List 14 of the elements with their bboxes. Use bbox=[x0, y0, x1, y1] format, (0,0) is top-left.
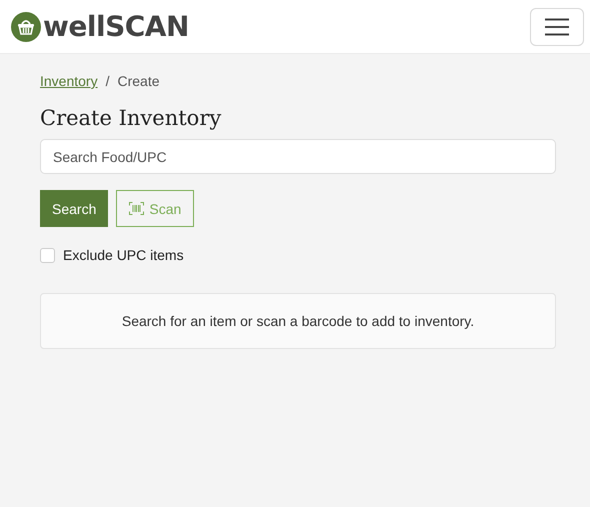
breadcrumb-link[interactable]: Inventory bbox=[40, 73, 98, 89]
menu-icon bbox=[545, 18, 569, 36]
checkbox-label: Exclude UPC items bbox=[63, 247, 184, 263]
info-message: Search for an item or scan a barcode to add to inventory. bbox=[122, 313, 474, 329]
breadcrumb-separator: / bbox=[106, 73, 110, 89]
menu-button[interactable] bbox=[530, 8, 584, 46]
search-field[interactable]: Search Food/UPC bbox=[40, 139, 556, 174]
search-button[interactable]: Search bbox=[40, 190, 108, 227]
barcode-scan-icon bbox=[129, 202, 144, 215]
basket-logo-icon bbox=[11, 12, 41, 42]
breadcrumb-current: Create bbox=[117, 73, 160, 89]
page-title: Create Inventory bbox=[40, 106, 222, 130]
checkbox[interactable] bbox=[40, 248, 55, 262]
logo-text[interactable]: wellSCAN bbox=[43, 10, 189, 43]
